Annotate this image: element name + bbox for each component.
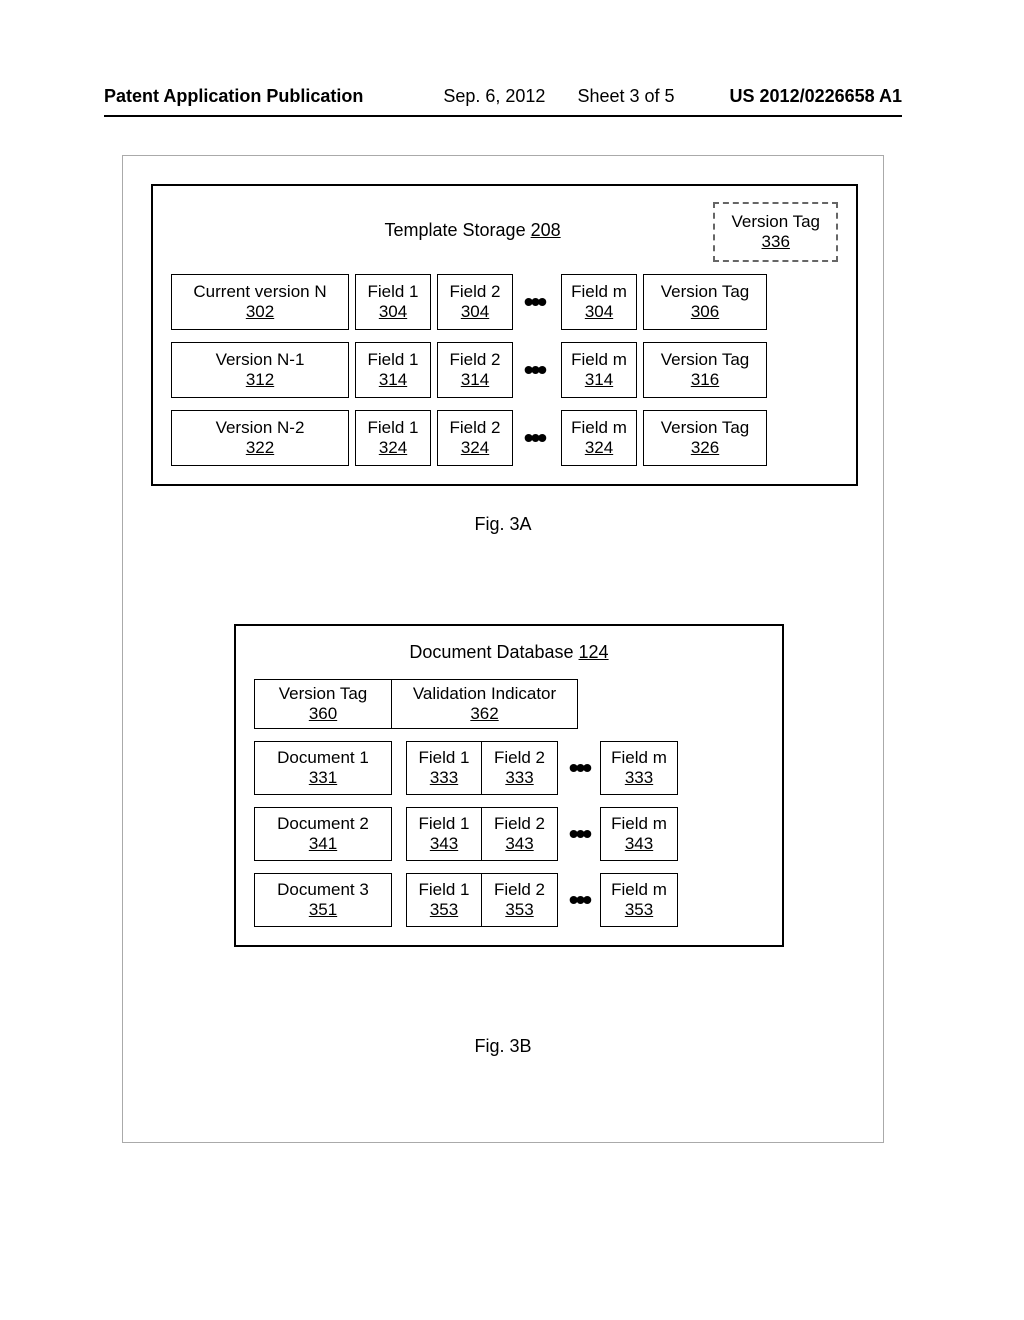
field-cell: Field m343: [600, 807, 678, 861]
field-cell: Field 1314: [355, 342, 431, 398]
figure-caption-3b: Fig. 3B: [123, 1036, 883, 1057]
page-header: Patent Application Publication Sep. 6, 2…: [104, 86, 902, 117]
version-cell: Version N-2322: [171, 410, 349, 466]
version-row: Version N-2322 Field 1324 Field 2324 •••…: [171, 410, 838, 466]
document-cell: Document 1331: [254, 741, 392, 795]
field-cell: Field m304: [561, 274, 637, 330]
drawing-frame: Template Storage 208 Version Tag 336 Cur…: [122, 155, 884, 1143]
publication-date: Sep. 6, 2012: [443, 86, 545, 107]
document-row: Document 1331 Field 1333 Field 2333 ••• …: [254, 741, 764, 795]
field-cell: Field 2333: [482, 741, 558, 795]
document-row: Document 3351 Field 1353 Field 2353 ••• …: [254, 873, 764, 927]
field-cell: Field m314: [561, 342, 637, 398]
template-storage-diagram: Template Storage 208 Version Tag 336 Cur…: [151, 184, 858, 486]
document-database-diagram: Document Database 124 Version Tag360 Val…: [234, 624, 784, 947]
version-row: Current version N302 Field 1304 Field 23…: [171, 274, 838, 330]
ellipsis-icon: •••: [513, 274, 555, 330]
field-cell: Field 2343: [482, 807, 558, 861]
ellipsis-icon: •••: [558, 873, 600, 927]
document-cell: Document 2341: [254, 807, 392, 861]
vtag-ref: 336: [731, 232, 820, 252]
document-cell: Document 3351: [254, 873, 392, 927]
version-tag-cell: Version Tag306: [643, 274, 767, 330]
version-cell: Version N-1312: [171, 342, 349, 398]
field-cell: Field 1304: [355, 274, 431, 330]
ellipsis-icon: •••: [558, 807, 600, 861]
field-cell: Field m333: [600, 741, 678, 795]
field-cell: Field 1324: [355, 410, 431, 466]
version-tag-dashed-box: Version Tag 336: [713, 202, 838, 262]
title-ref: 208: [531, 220, 561, 240]
title-ref: 124: [579, 642, 609, 662]
field-cell: Field 2304: [437, 274, 513, 330]
title-text: Template Storage: [385, 220, 526, 240]
version-tag-header: Version Tag360: [254, 679, 392, 729]
sheet-label: Sheet 3 of 5: [577, 86, 674, 107]
vtag-label: Version Tag: [731, 212, 820, 231]
document-database-title: Document Database 124: [254, 642, 764, 663]
version-tag-cell: Version Tag326: [643, 410, 767, 466]
header-row: Version Tag360 Validation Indicator362: [254, 679, 764, 729]
version-row: Version N-1312 Field 1314 Field 2314 •••…: [171, 342, 838, 398]
ellipsis-icon: •••: [558, 741, 600, 795]
field-cell: Field 2324: [437, 410, 513, 466]
version-cell: Current version N302: [171, 274, 349, 330]
ellipsis-icon: •••: [513, 342, 555, 398]
figure-caption-3a: Fig. 3A: [123, 514, 883, 535]
field-cell: Field 2314: [437, 342, 513, 398]
publication-label: Patent Application Publication: [104, 86, 363, 107]
field-cell: Field 2353: [482, 873, 558, 927]
template-storage-title: Template Storage 208: [385, 220, 561, 241]
field-cell: Field 1333: [406, 741, 482, 795]
diagram-title-row: Template Storage 208 Version Tag 336: [171, 202, 838, 262]
ellipsis-icon: •••: [513, 410, 555, 466]
field-cell: Field m353: [600, 873, 678, 927]
field-cell: Field m324: [561, 410, 637, 466]
document-row: Document 2341 Field 1343 Field 2343 ••• …: [254, 807, 764, 861]
field-cell: Field 1343: [406, 807, 482, 861]
title-text: Document Database: [409, 642, 573, 662]
field-cell: Field 1353: [406, 873, 482, 927]
publication-number: US 2012/0226658 A1: [730, 86, 902, 107]
version-tag-cell: Version Tag316: [643, 342, 767, 398]
validation-indicator-header: Validation Indicator362: [392, 679, 578, 729]
